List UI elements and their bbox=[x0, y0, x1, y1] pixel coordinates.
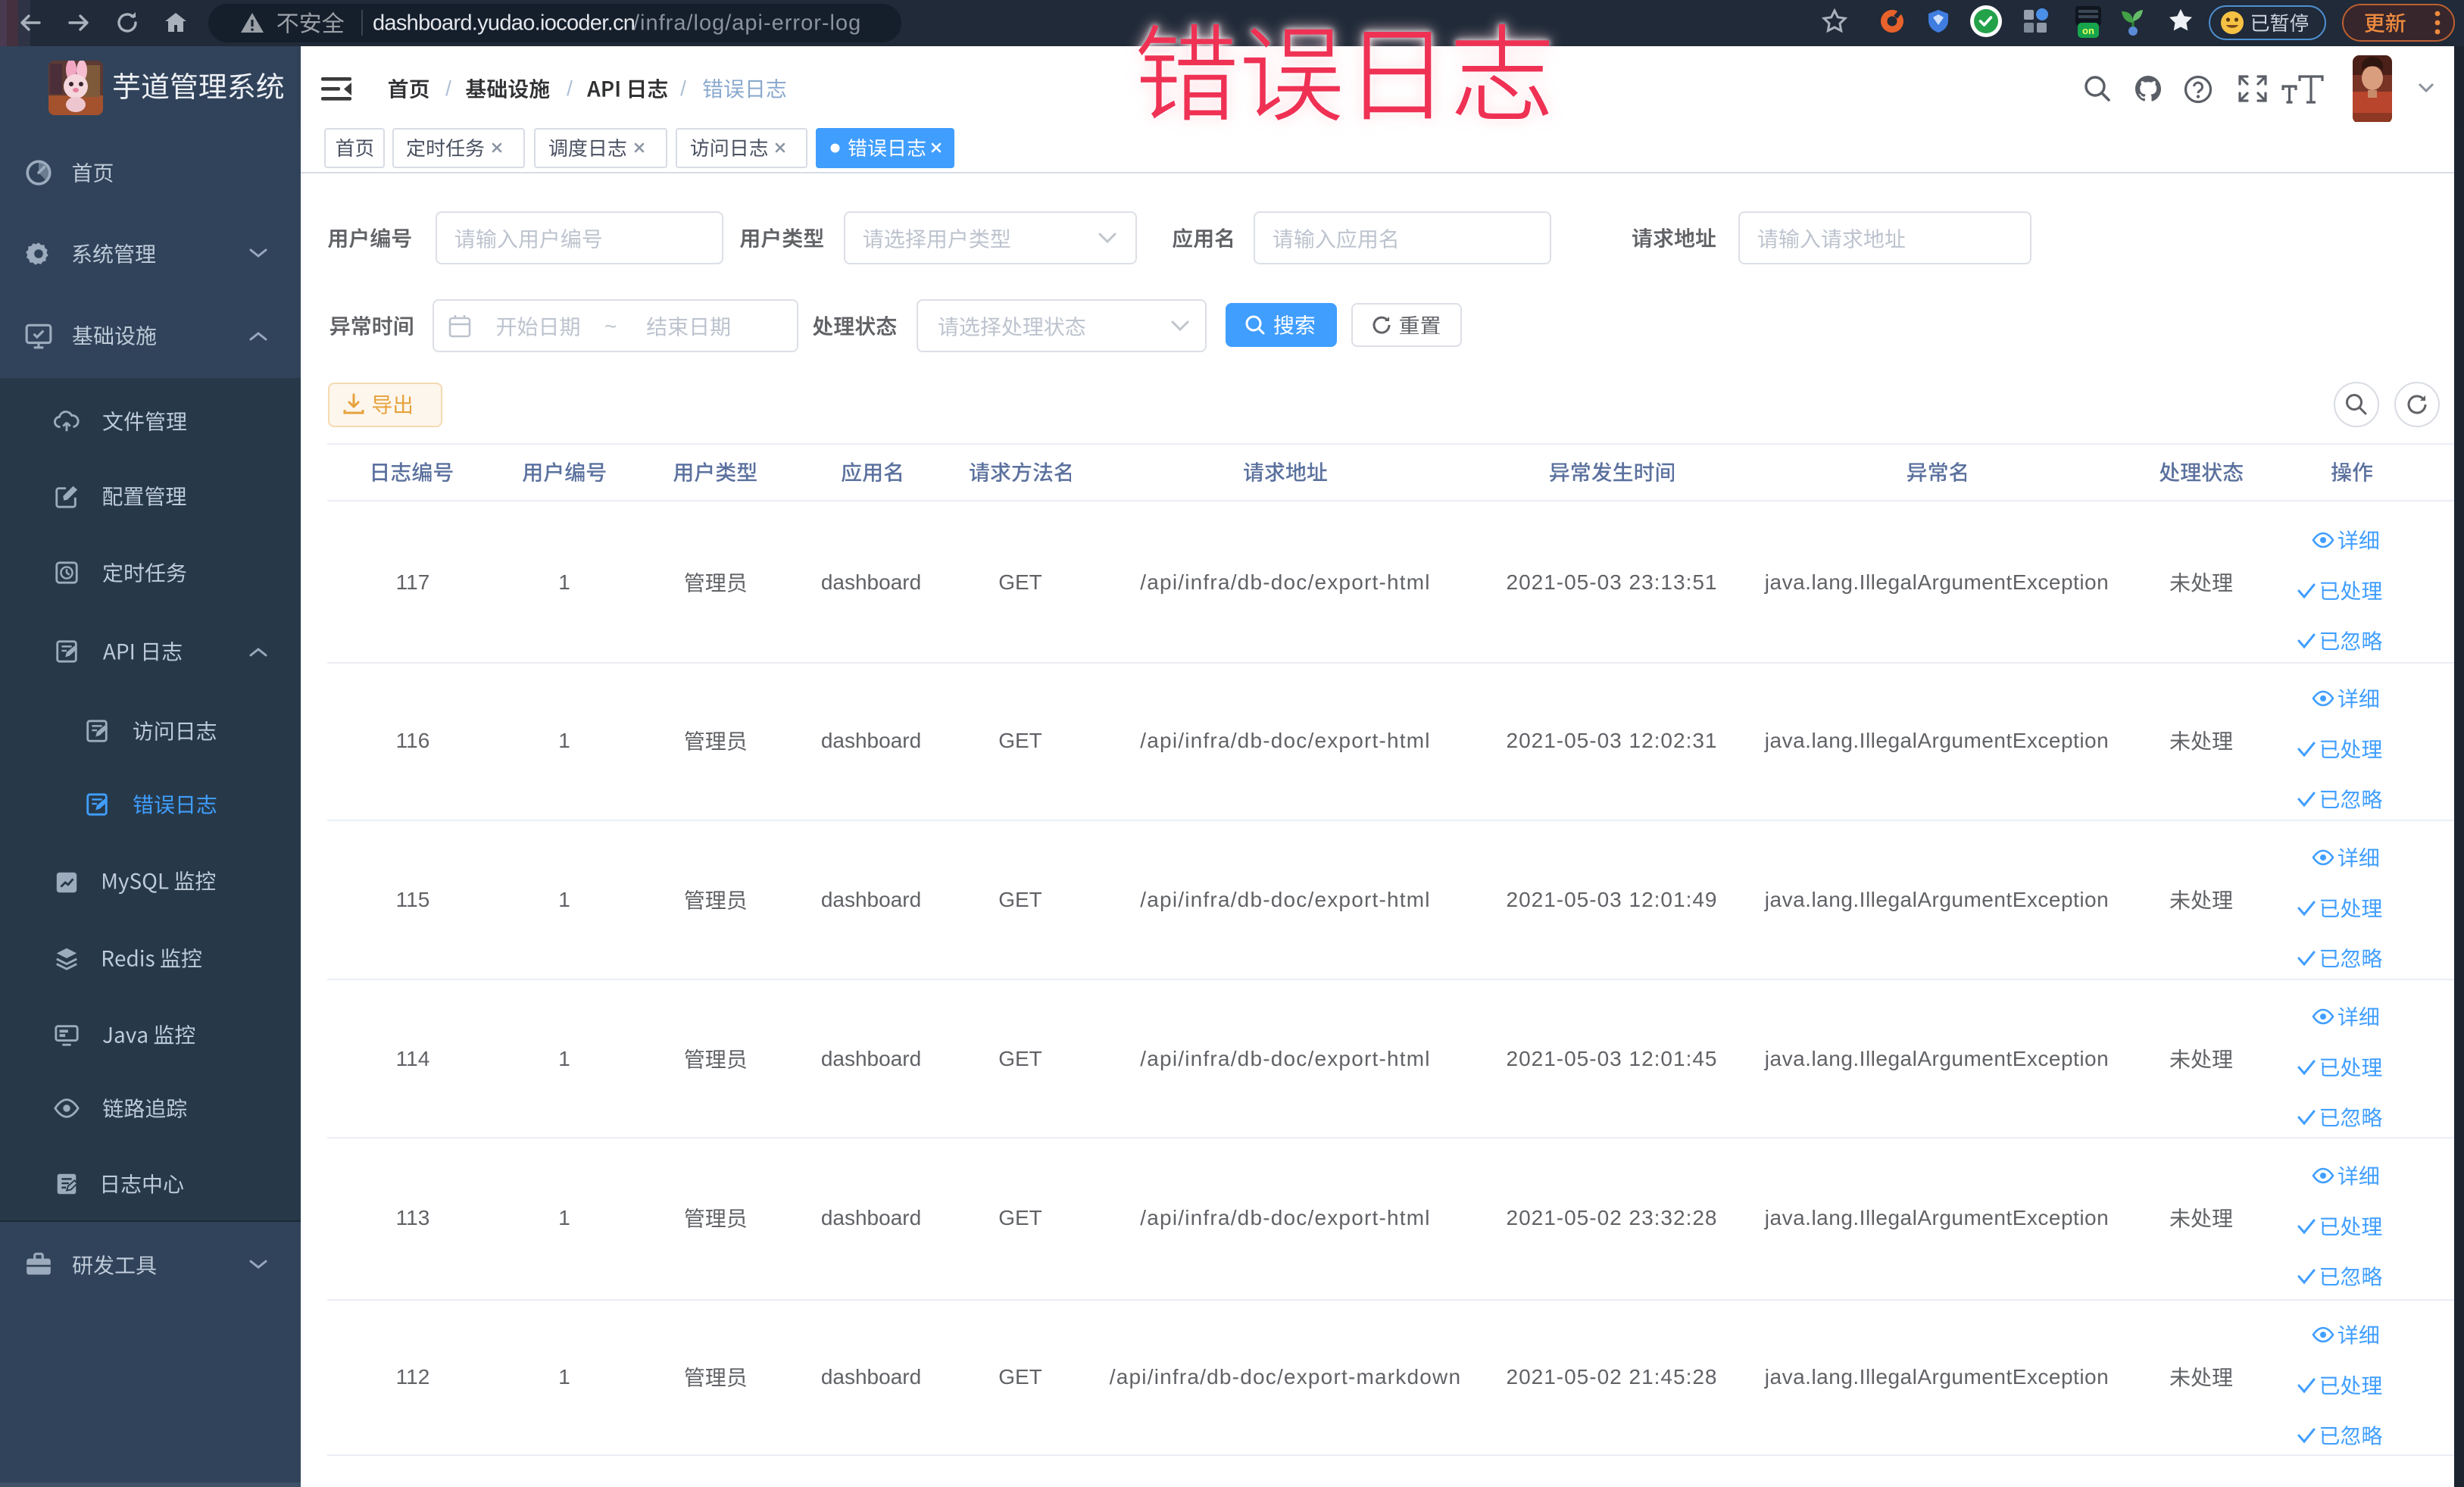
svg-text:on: on bbox=[2082, 25, 2094, 36]
